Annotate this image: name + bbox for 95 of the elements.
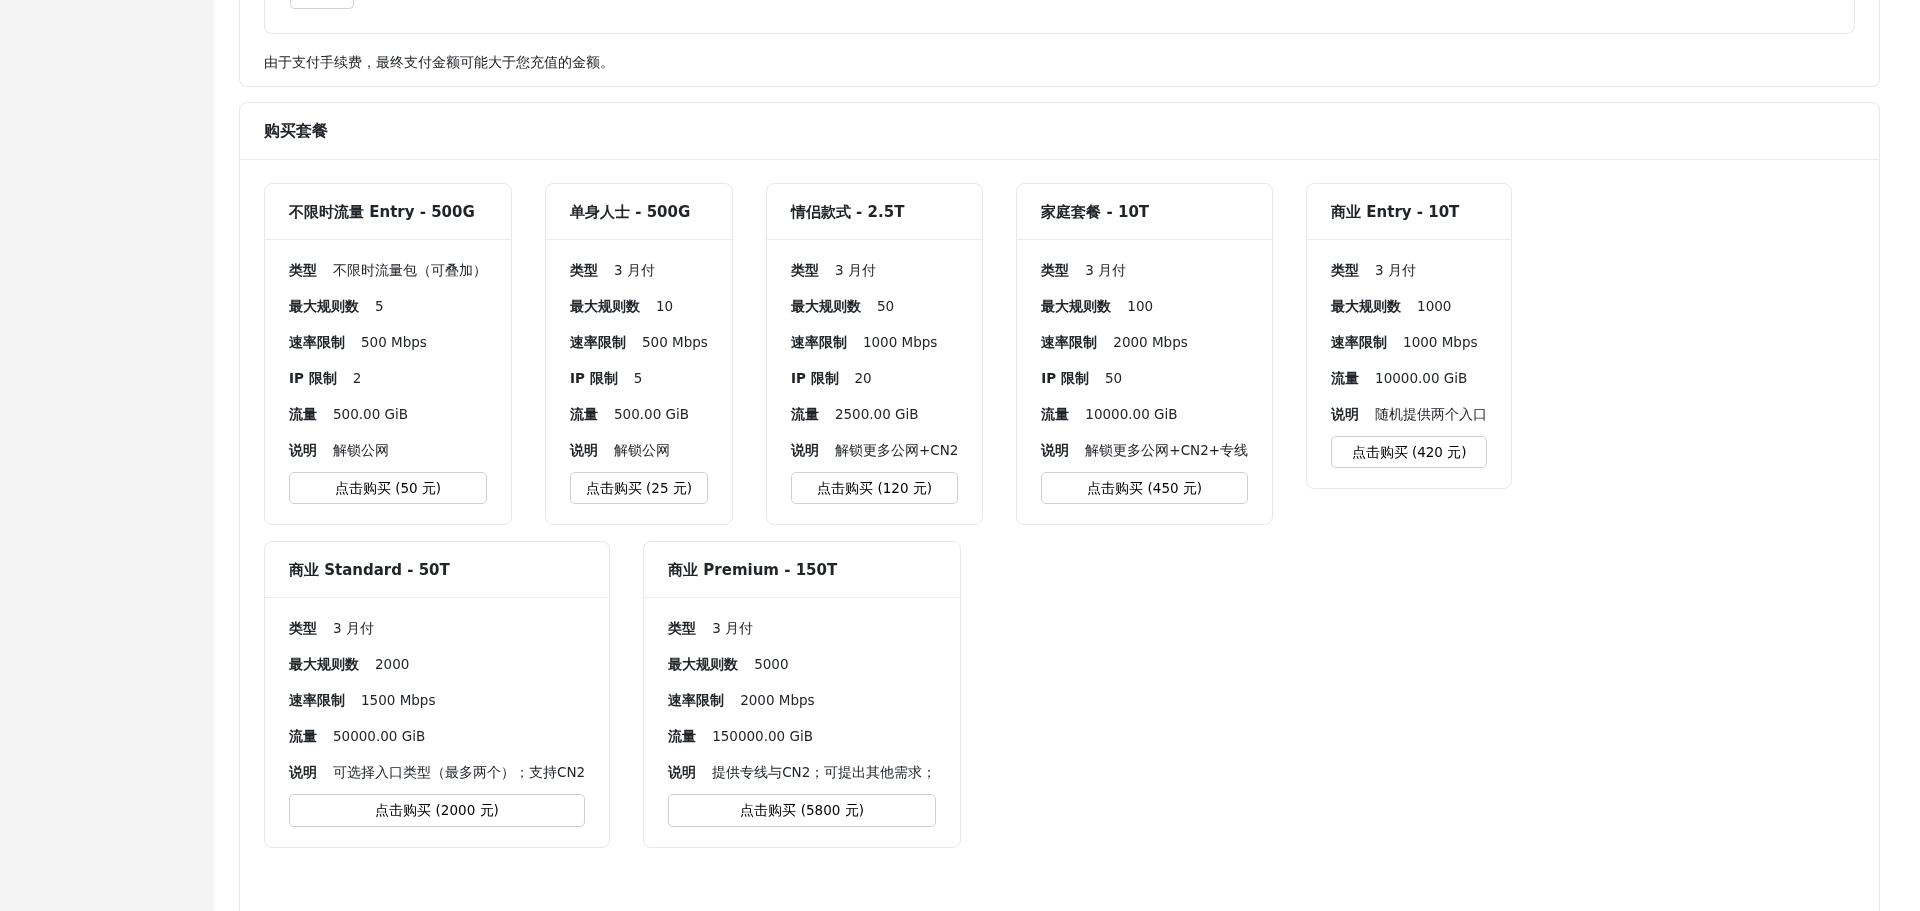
field-value: 可选择入口类型（最多两个）；支持CN2 [333,763,586,783]
field-label: IP 限制 [570,369,618,388]
field-value: 解锁公网 [333,441,389,460]
field-value: 解锁更多公网+CN2 [834,441,959,460]
field-value: 500 Mbps [361,333,427,352]
field-label: 类型 [289,619,317,639]
buy-button[interactable]: 点击购买 (50 元) [289,472,487,505]
field-label: 速率限制 [1331,333,1388,352]
buy-button[interactable]: 点击购买 (450 元) [1041,472,1249,505]
field-value: 5 [375,297,384,316]
buy-button[interactable]: 点击购买 (420 元) [1331,436,1488,469]
field-label: 类型 [1041,261,1070,280]
field-value: 50 [876,297,895,316]
partial-button[interactable] [290,0,354,9]
field-value: 1500 Mbps [361,691,436,711]
field-value: 2000 Mbps [740,691,815,711]
field-value: 2 [352,369,362,388]
field-value: 5 [633,369,643,388]
field-label: 最大规则数 [790,297,861,316]
field-value: 50000.00 GiB [333,727,426,747]
field-label: 说明 [790,441,819,460]
plan-title: 情侣款式 - 2.5T [766,184,983,240]
field-label: 速率限制 [1041,333,1098,352]
field-value: 3 月付 [1375,261,1416,280]
field-label: 最大规则数 [570,297,640,316]
field-value: 提供专线与CN2；可提出其他需求； [712,763,937,783]
field-value: 3 月付 [614,261,655,280]
field-label: 流量 [289,727,317,747]
field-label: 说明 [289,763,317,783]
field-label: 最大规则数 [289,655,359,675]
buy-button[interactable]: 点击购买 (25 元) [570,472,708,505]
field-label: 速率限制 [790,333,847,352]
field-label: 最大规则数 [1331,297,1402,316]
field-value: 5000 [754,655,789,675]
field-label: IP 限制 [1041,369,1089,388]
field-value: 10000.00 GiB [1085,405,1178,424]
buy-button[interactable]: 点击购买 (120 元) [790,472,959,505]
plan-title: 商业 Entry - 10T [1307,184,1512,240]
field-label: 类型 [1331,261,1360,280]
field-value: 2000 Mbps [1113,333,1188,352]
buy-button[interactable]: 点击购买 (2000 元) [289,794,586,827]
field-value: 3 月付 [712,619,753,639]
field-value: 10 [656,297,674,316]
plan-title: 商业 Standard - 50T [265,542,610,599]
field-label: 最大规则数 [289,297,359,316]
field-label: 速率限制 [289,691,345,711]
field-value: 500.00 GiB [333,405,408,424]
buy-button[interactable]: 点击购买 (5800 元) [668,794,937,827]
field-label: 流量 [1331,369,1360,388]
field-label: 速率限制 [289,333,345,352]
fee-notice: 由于支付手续费，最终支付金额可能大于您充值的金额。 [264,53,615,72]
field-value: 解锁更多公网+CN2+专线 [1085,441,1249,460]
field-value: 1000 Mbps [1403,333,1478,352]
field-label: 类型 [289,261,317,280]
field-label: IP 限制 [790,369,839,388]
field-value: 随机提供两个入口 [1375,405,1488,424]
plan-title: 不限时流量 Entry - 500G [265,184,511,240]
field-label: 速率限制 [570,333,626,352]
field-label: 说明 [289,441,317,460]
field-label: 说明 [1041,441,1070,460]
field-value: 20 [854,369,872,388]
field-value: 50 [1104,369,1123,388]
field-value: 500.00 GiB [614,405,689,424]
field-label: 说明 [668,763,697,783]
field-value: 150000.00 GiB [712,727,813,747]
field-value: 3 月付 [333,619,374,639]
field-value: 500 Mbps [642,333,708,352]
field-label: 流量 [790,405,819,424]
field-value: 3 月付 [1085,261,1127,280]
field-label: 说明 [1331,405,1360,424]
section-title: 购买套餐 [240,103,1879,160]
field-label: 最大规则数 [1041,297,1112,316]
field-label: 最大规则数 [668,655,739,675]
plan-title: 单身人士 - 500G [546,184,732,240]
field-label: 流量 [1041,405,1070,424]
field-label: 说明 [570,441,598,460]
field-label: 流量 [570,405,598,424]
field-value: 100 [1127,297,1154,316]
field-value: 1000 [1417,297,1452,316]
field-value: 解锁公网 [614,441,670,460]
field-value: 2500.00 GiB [834,405,919,424]
plan-title: 家庭套餐 - 10T [1017,184,1273,240]
field-label: 类型 [668,619,697,639]
field-label: IP 限制 [289,369,337,388]
field-value: 不限时流量包（可叠加） [333,261,487,280]
field-label: 速率限制 [668,691,725,711]
field-label: 类型 [790,261,819,280]
plan-title: 商业 Premium - 150T [644,542,961,599]
field-value: 3 月付 [834,261,876,280]
field-value: 10000.00 GiB [1375,369,1468,388]
field-value: 1000 Mbps [862,333,938,352]
field-label: 类型 [570,261,598,280]
field-label: 流量 [289,405,317,424]
field-value: 2000 [375,655,410,675]
field-label: 流量 [668,727,697,747]
